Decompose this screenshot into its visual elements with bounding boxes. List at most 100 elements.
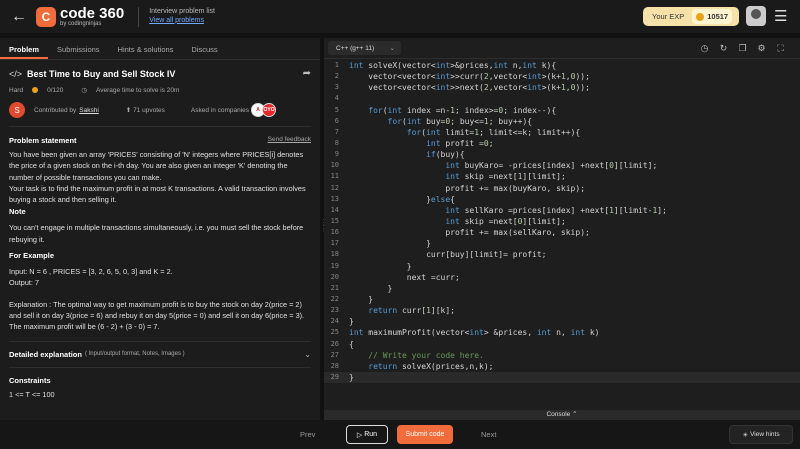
constraint-line: 1 <= T <= 100	[9, 389, 55, 399]
coin-icon	[696, 12, 705, 21]
upvotes-button[interactable]: ⬆ 71 upvotes	[126, 106, 165, 114]
code-line[interactable]: 13 }else{	[324, 194, 800, 205]
code-line[interactable]: 6 for(int buy=0; buy<=1; buy++){	[324, 116, 800, 127]
code-line[interactable]: 26 {	[324, 339, 800, 350]
example-explanation: Explanation : The optimal way to get max…	[9, 299, 305, 332]
code-line[interactable]: 9 if(buy){	[324, 149, 800, 160]
code-text: curr[buy][limit]= profit;	[349, 250, 547, 260]
code-line[interactable]: 28 return solveX(prices,n,k);	[324, 361, 800, 372]
fullscreen-icon[interactable]: ⛶	[771, 43, 790, 54]
code-text: }	[349, 294, 374, 304]
example-input: Input: N = 6 , PRICES = [3, 2, 6, 5, 0, …	[9, 267, 173, 277]
line-number: 12	[330, 183, 339, 192]
code-line[interactable]: 7 for(int limit=1; limit<=k; limit++){	[324, 127, 800, 138]
code-line[interactable]: 4	[324, 93, 800, 104]
code-line[interactable]: 2 vector<vector<int>>curr(2,vector<int>(…	[324, 71, 800, 82]
line-number: 18	[330, 250, 339, 259]
line-number: 8	[334, 138, 339, 147]
exp-badge[interactable]: Your EXP 10517	[643, 7, 739, 26]
code-line[interactable]: 5 for(int index =n-1; index>=0; index--)…	[324, 105, 800, 116]
code-line[interactable]: 18 curr[buy][limit]= profit;	[324, 249, 800, 260]
problem-statement-heading: Problem statement	[9, 136, 77, 145]
console-toggle[interactable]: Console ⌃	[324, 410, 800, 420]
settings-icon[interactable]: ⚙	[752, 43, 771, 54]
line-number: 7	[334, 127, 339, 136]
chevron-down-icon: ⌄	[389, 45, 395, 52]
view-all-problems-link[interactable]: View all problems	[149, 17, 215, 25]
statement-paragraph: You have been given an array 'PRICES' co…	[9, 150, 306, 205]
code-area[interactable]: 1 int solveX(vector<int>&prices,int n,int…	[324, 60, 800, 384]
code-line[interactable]: 15 int skip =next[0][limit];	[324, 216, 800, 227]
code-line[interactable]: 22 }	[324, 294, 800, 305]
run-button[interactable]: ▷ Run	[346, 425, 388, 444]
code-text: // Write your code here.	[368, 350, 484, 360]
code-line[interactable]: 12 profit += max(buyKaro, skip);	[324, 183, 800, 194]
tab-submissions[interactable]: Submissions	[48, 38, 109, 59]
editor-toolbar: C++ (g++ 11) ⌄ ◷ ↻ ❐ ⚙ ⛶	[324, 38, 800, 59]
tab-problem[interactable]: Problem	[0, 38, 49, 59]
code-line[interactable]: 3 vector<vector<int>>next(2,vector<int>(…	[324, 82, 800, 93]
code-text: }	[349, 261, 412, 271]
code-line[interactable]: 19 }	[324, 261, 800, 272]
code-line[interactable]: 21 }	[324, 283, 800, 294]
line-number: 20	[330, 272, 339, 281]
code-line[interactable]: 23 return curr[1][k];	[324, 305, 800, 316]
next-button[interactable]: Next	[481, 430, 496, 439]
timer-icon[interactable]: ◷	[695, 43, 714, 54]
line-number: 1	[334, 61, 339, 69]
menu-icon[interactable]: ☰	[774, 7, 787, 25]
line-number: 28	[330, 361, 339, 370]
top-bar: ← C code 360 by codingninjas Interview p…	[0, 0, 800, 33]
code-line[interactable]: 20 next =curr;	[324, 272, 800, 283]
code-line[interactable]: 16 profit += max(sellKaro, skip);	[324, 227, 800, 238]
code-text: profit += max(buyKaro, skip);	[349, 183, 586, 193]
submit-code-button[interactable]: Submit code	[397, 425, 453, 444]
code-line[interactable]: 24}	[324, 316, 800, 327]
constraints-heading: Constraints	[9, 366, 311, 385]
code-line[interactable]: 29}	[324, 371, 800, 384]
code-text: int skip =next[0][limit];	[445, 216, 566, 226]
arrow-left-icon[interactable]: ←	[4, 8, 34, 26]
code-text: for(int index =n-1; index>=0; index--){	[368, 105, 557, 115]
contributed-by-label: Contributed by	[34, 106, 77, 114]
line-number: 5	[334, 105, 339, 114]
code-text: if(buy){	[426, 150, 465, 160]
contributor-name-link[interactable]: Sakshi	[79, 107, 99, 114]
send-feedback-link[interactable]: Send feedback	[268, 136, 311, 145]
play-icon: ▷	[356, 431, 365, 439]
user-avatar[interactable]	[746, 6, 766, 26]
code-text: }else{	[349, 194, 455, 204]
contributor-row: S Contributed by Sakshi ⬆ 71 upvotes Ask…	[9, 102, 311, 127]
code-line[interactable]: 10 int buyKaro= -prices[index] +next[0][…	[324, 160, 800, 171]
line-number: 14	[330, 205, 339, 214]
code-text: next =curr;	[349, 272, 460, 282]
code-line[interactable]: 17 }	[324, 238, 800, 249]
language-select[interactable]: C++ (g++ 11) ⌄	[328, 41, 401, 55]
code-line[interactable]: 11 int skip =next[1][limit];	[324, 171, 800, 182]
view-hints-button[interactable]: ☀ View hints	[729, 425, 793, 444]
code-line[interactable]: 25 int maximumProfit(vector<int> &prices,…	[324, 327, 800, 338]
code-line[interactable]: 14 int sellKaro =prices[index] +next[1][…	[324, 205, 800, 216]
company-logo-icon: OYO	[262, 103, 277, 117]
reset-icon[interactable]: ↻	[714, 43, 733, 54]
line-number: 6	[334, 116, 339, 125]
copy-icon[interactable]: ❐	[733, 43, 752, 54]
line-number: 13	[330, 194, 339, 203]
code-text: int maximumProfit(vector<int> &prices, i…	[349, 328, 600, 338]
prev-button[interactable]: Prev	[300, 430, 315, 439]
code-line[interactable]: 27 // Write your code here.	[324, 350, 800, 361]
code-line[interactable]: 1 int solveX(vector<int>&prices,int n,int…	[324, 60, 800, 71]
tab-discuss[interactable]: Discuss	[182, 38, 226, 59]
detailed-explanation-toggle[interactable]: Detailed explanation ( Input/output form…	[9, 340, 311, 359]
tab-hints-solutions[interactable]: Hints & solutions	[109, 38, 183, 59]
code-text: int profit =0;	[426, 138, 494, 148]
logo[interactable]: C code 360 by codingninjas	[36, 6, 124, 27]
problem-title: Best Time to Buy and Sell Stock IV	[27, 68, 176, 79]
code-text: }	[349, 372, 354, 382]
chevron-down-icon: ⌄	[304, 349, 311, 359]
logo-mark: C	[36, 6, 56, 27]
code-line[interactable]: 8 int profit =0;	[324, 138, 800, 149]
share-icon[interactable]: ➦	[303, 68, 311, 79]
code-text: int solveX(vector<int>&prices,int n,int …	[349, 61, 557, 70]
code-text: for(int buy=0; buy<=1; buy++){	[387, 116, 533, 126]
